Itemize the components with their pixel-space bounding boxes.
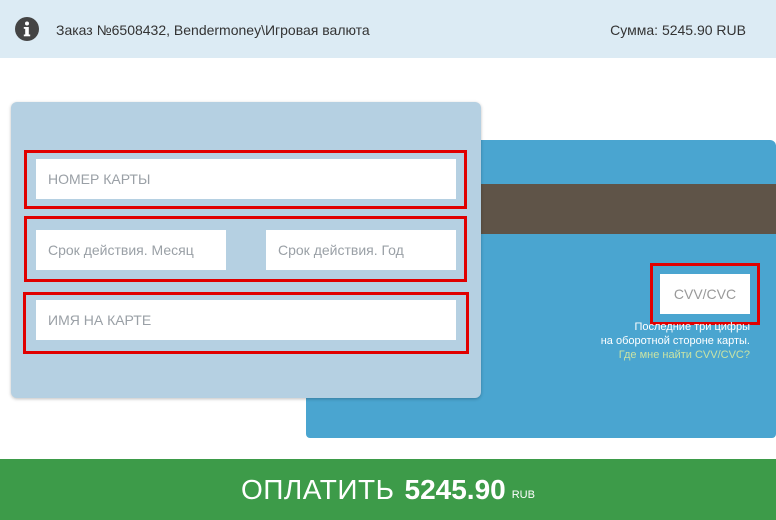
cvv-highlight-box: [650, 263, 760, 325]
order-amount: Сумма: 5245.90 RUB: [610, 22, 746, 38]
cvv-hint-line1: Последние три цифры: [634, 321, 750, 333]
pay-currency: RUB: [511, 488, 535, 501]
cvv-hint-line2: на оборотной стороне карты.: [600, 335, 750, 347]
cvv-help-link[interactable]: Где мне найти CVV/CVC?: [550, 348, 750, 362]
info-icon: [15, 17, 39, 41]
expiry-highlight-box: [24, 216, 467, 282]
pay-button[interactable]: ОПЛАТИТЬ 5245.90 RUB: [0, 459, 776, 520]
order-summary-bar: Заказ №6508432, Bendermoney\Игровая валю…: [0, 0, 776, 58]
pay-amount: 5245.90: [404, 473, 506, 505]
cardholder-highlight-box: [23, 292, 469, 354]
pay-label: ОПЛАТИТЬ: [241, 473, 395, 505]
cvv-hint: Последние три цифры на оборотной стороне…: [550, 320, 750, 362]
card-number-highlight-box: [24, 150, 467, 209]
order-description: Заказ №6508432, Bendermoney\Игровая валю…: [56, 22, 370, 38]
card-front: [11, 102, 481, 398]
